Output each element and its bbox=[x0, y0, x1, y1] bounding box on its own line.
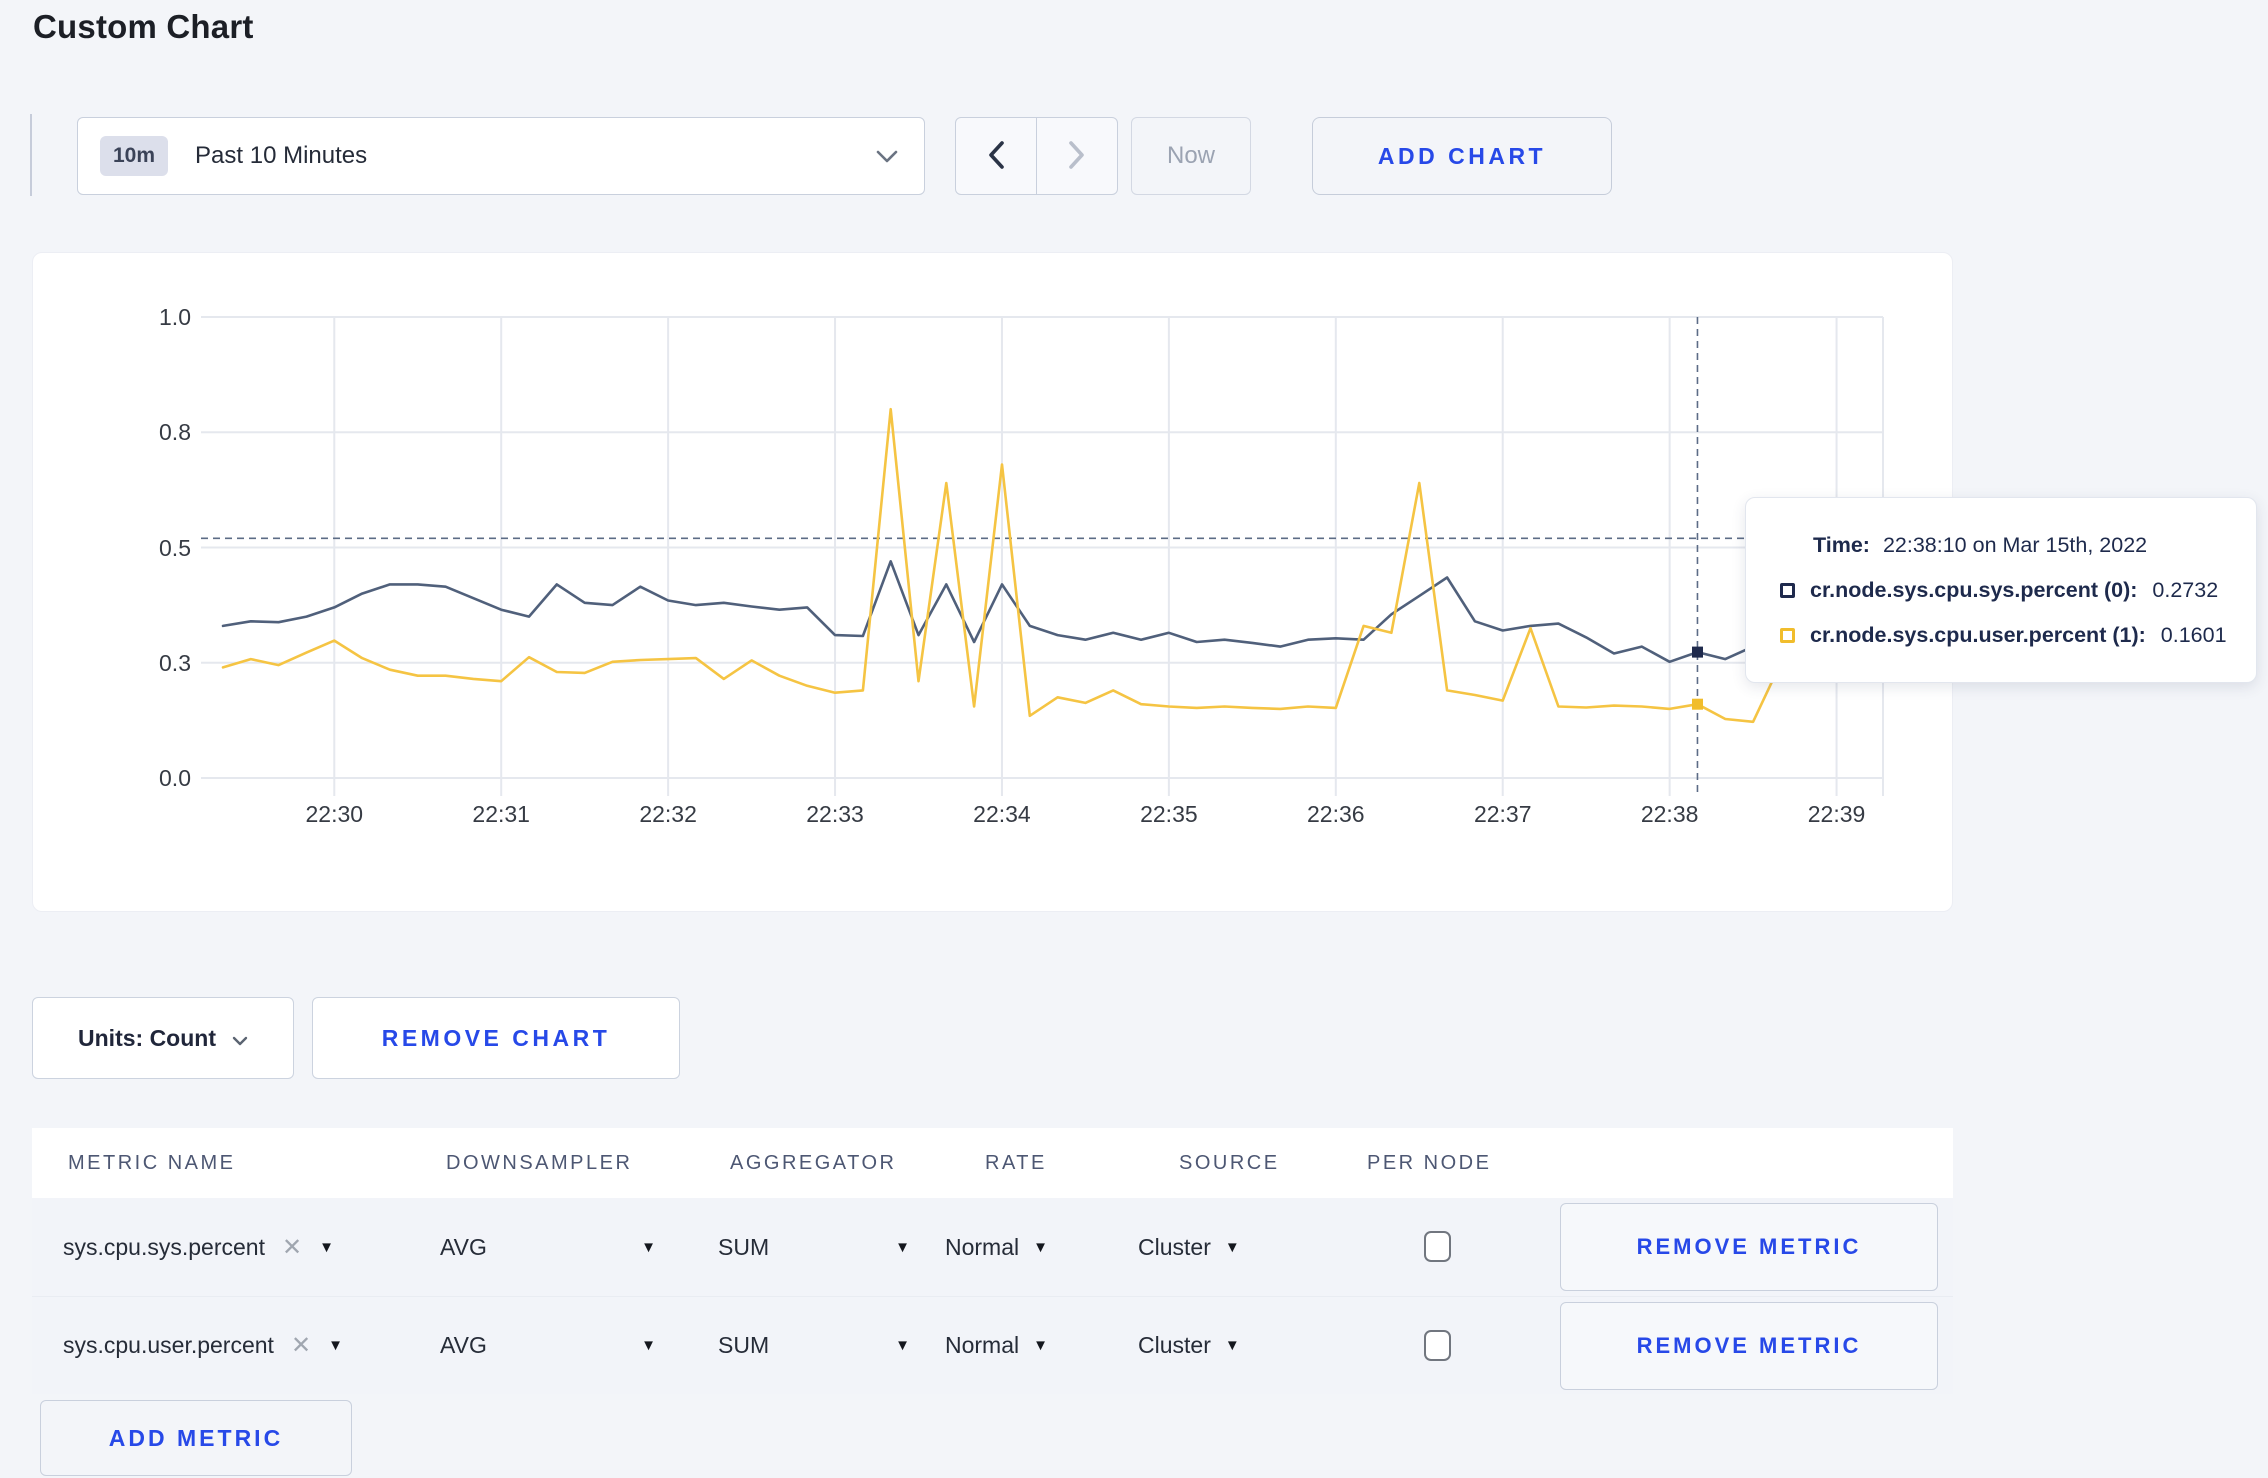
caret-down-icon: ▼ bbox=[1033, 1238, 1048, 1256]
chevron-left-icon bbox=[987, 140, 1005, 172]
aggregator-select[interactable]: SUM ▼ bbox=[718, 1198, 910, 1296]
series-line-1 bbox=[221, 407, 1866, 724]
caret-down-icon: ▼ bbox=[895, 1337, 910, 1354]
metric-row: sys.cpu.user.percent ✕ ▼ AVG ▼ SUM ▼ Nor… bbox=[32, 1296, 1953, 1394]
x-axis-tick: 22:39 bbox=[1807, 801, 1866, 827]
source-value: Cluster bbox=[1138, 1233, 1211, 1260]
source-value: Cluster bbox=[1138, 1332, 1211, 1358]
remove-chart-button[interactable]: REMOVE CHART bbox=[312, 997, 680, 1079]
x-axis-tick: 22:30 bbox=[305, 801, 364, 827]
time-step-controls bbox=[955, 117, 1118, 195]
user-series-swatch-icon bbox=[1780, 628, 1795, 643]
metric-name-select[interactable]: sys.cpu.user.percent ✕ ▼ bbox=[63, 1297, 343, 1394]
downsampler-select[interactable]: AVG ▼ bbox=[440, 1198, 656, 1296]
x-axis-tick: 22:31 bbox=[472, 801, 530, 827]
toolbar-divider bbox=[30, 114, 32, 196]
tooltip-time-label: Time: bbox=[1813, 533, 1870, 557]
prev-time-button[interactable] bbox=[956, 118, 1036, 194]
x-axis-tick: 22:34 bbox=[973, 801, 1031, 827]
tooltip-time-row: Time: 22:38:10 on Mar 15th, 2022 bbox=[1813, 533, 2256, 558]
downsampler-select[interactable]: AVG ▼ bbox=[440, 1297, 656, 1394]
custom-chart-page: Custom Chart 10m Past 10 Minutes Now ADD… bbox=[0, 0, 2268, 1478]
y-axis-tick: 0.8 bbox=[159, 419, 191, 446]
caret-down-icon: ▼ bbox=[895, 1238, 910, 1256]
x-axis-tick: 22:38 bbox=[1640, 801, 1699, 827]
aggregator-value: SUM bbox=[718, 1233, 770, 1260]
metric-name-select[interactable]: sys.cpu.sys.percent ✕ ▼ bbox=[63, 1198, 334, 1296]
y-axis-tick: 0.5 bbox=[159, 534, 191, 561]
source-select[interactable]: Cluster ▼ bbox=[1138, 1198, 1240, 1296]
time-range-select[interactable]: 10m Past 10 Minutes bbox=[77, 117, 925, 195]
next-time-button[interactable] bbox=[1036, 118, 1117, 194]
metrics-table-header: METRIC NAME DOWNSAMPLER AGGREGATOR RATE … bbox=[32, 1128, 1953, 1198]
tooltip-time-value: 22:38:10 on Mar 15th, 2022 bbox=[1882, 533, 2148, 557]
metrics-table: METRIC NAME DOWNSAMPLER AGGREGATOR RATE … bbox=[32, 1128, 1953, 1394]
chart-card: 1.0 0.8 0.5 0.3 0.0 22:30 22:31 22:32 22:33 22:34… bbox=[32, 252, 1953, 912]
caret-down-icon: ▼ bbox=[641, 1238, 656, 1256]
downsampler-value: AVG bbox=[440, 1332, 487, 1358]
crosshair-dot-1 bbox=[1692, 698, 1703, 710]
per-node-checkbox[interactable] bbox=[1424, 1329, 1451, 1361]
aggregator-value: SUM bbox=[718, 1332, 770, 1358]
tooltip-series-name: cr.node.sys.cpu.sys.percent (0): bbox=[1810, 578, 2138, 602]
col-header-metric-name: METRIC NAME bbox=[68, 1152, 236, 1174]
series-line-0 bbox=[221, 559, 1866, 664]
col-header-per-node: PER NODE bbox=[1367, 1152, 1492, 1174]
units-label: Units: Count bbox=[78, 1024, 216, 1051]
tooltip-series-name: cr.node.sys.cpu.user.percent (1): bbox=[1810, 623, 2146, 647]
x-axis-tick: 22:36 bbox=[1307, 801, 1365, 827]
caret-down-icon: ▼ bbox=[1224, 1337, 1240, 1354]
caret-down-icon: ▼ bbox=[328, 1337, 343, 1354]
col-header-rate: RATE bbox=[985, 1152, 1047, 1174]
y-axis-tick: 0.0 bbox=[159, 765, 191, 791]
tooltip-series-value: 0.1601 bbox=[2160, 623, 2227, 647]
aggregator-select[interactable]: SUM ▼ bbox=[718, 1297, 910, 1394]
caret-down-icon: ▼ bbox=[1224, 1238, 1240, 1256]
now-button[interactable]: Now bbox=[1131, 117, 1251, 195]
caret-down-icon: ▼ bbox=[1033, 1337, 1048, 1354]
rate-value: Normal bbox=[945, 1233, 1020, 1260]
metric-name: sys.cpu.user.percent bbox=[63, 1332, 274, 1358]
tooltip-series-row: cr.node.sys.cpu.user.percent (1): 0.1601 bbox=[1780, 623, 2256, 648]
metric-row: sys.cpu.sys.percent ✕ ▼ AVG ▼ SUM ▼ Norm… bbox=[32, 1198, 1953, 1296]
sys-series-swatch-icon bbox=[1780, 583, 1795, 598]
time-range-badge: 10m bbox=[100, 136, 169, 176]
col-header-source: SOURCE bbox=[1179, 1152, 1280, 1174]
clear-metric-icon[interactable]: ✕ bbox=[282, 1233, 302, 1262]
gridlines bbox=[201, 316, 1884, 796]
x-axis-tick: 22:33 bbox=[806, 801, 864, 827]
y-axis-tick: 0.3 bbox=[159, 649, 191, 676]
chevron-right-icon bbox=[1068, 140, 1086, 172]
tooltip-series-value: 0.2732 bbox=[2152, 578, 2219, 602]
remove-metric-button[interactable]: REMOVE METRIC bbox=[1560, 1302, 1938, 1390]
rate-value: Normal bbox=[945, 1332, 1020, 1358]
time-range-label: Past 10 Minutes bbox=[195, 142, 368, 169]
page-title: Custom Chart bbox=[33, 8, 254, 45]
caret-down-icon: ▼ bbox=[641, 1337, 656, 1354]
clear-metric-icon[interactable]: ✕ bbox=[291, 1331, 311, 1360]
chevron-down-icon bbox=[876, 150, 898, 163]
col-header-aggregator: AGGREGATOR bbox=[730, 1152, 897, 1174]
chevron-down-icon bbox=[232, 1025, 248, 1052]
col-header-downsampler: DOWNSAMPLER bbox=[446, 1152, 633, 1174]
plot-area: 1.0 0.8 0.5 0.3 0.0 22:30 22:31 22:32 22:33 22:34… bbox=[33, 253, 1952, 911]
remove-metric-button[interactable]: REMOVE METRIC bbox=[1560, 1203, 1938, 1291]
add-chart-button[interactable]: ADD CHART bbox=[1312, 117, 1612, 195]
add-metric-button[interactable]: ADD METRIC bbox=[40, 1400, 352, 1476]
units-select[interactable]: Units: Count bbox=[32, 997, 294, 1079]
crosshair-dot-0 bbox=[1692, 646, 1703, 658]
downsampler-value: AVG bbox=[440, 1233, 487, 1260]
rate-select[interactable]: Normal ▼ bbox=[945, 1297, 1048, 1394]
chart-tooltip: Time: 22:38:10 on Mar 15th, 2022 cr.node… bbox=[1745, 497, 2257, 683]
x-axis-tick: 22:32 bbox=[639, 801, 697, 827]
caret-down-icon: ▼ bbox=[319, 1238, 334, 1256]
per-node-checkbox[interactable] bbox=[1424, 1231, 1451, 1262]
x-axis-tick: 22:35 bbox=[1140, 801, 1198, 827]
source-select[interactable]: Cluster ▼ bbox=[1138, 1297, 1240, 1394]
y-axis-tick: 1.0 bbox=[159, 304, 191, 330]
rate-select[interactable]: Normal ▼ bbox=[945, 1198, 1048, 1296]
x-axis-tick: 22:37 bbox=[1473, 801, 1532, 827]
metric-name: sys.cpu.sys.percent bbox=[63, 1233, 265, 1260]
tooltip-series-row: cr.node.sys.cpu.sys.percent (0): 0.2732 bbox=[1780, 578, 2256, 603]
